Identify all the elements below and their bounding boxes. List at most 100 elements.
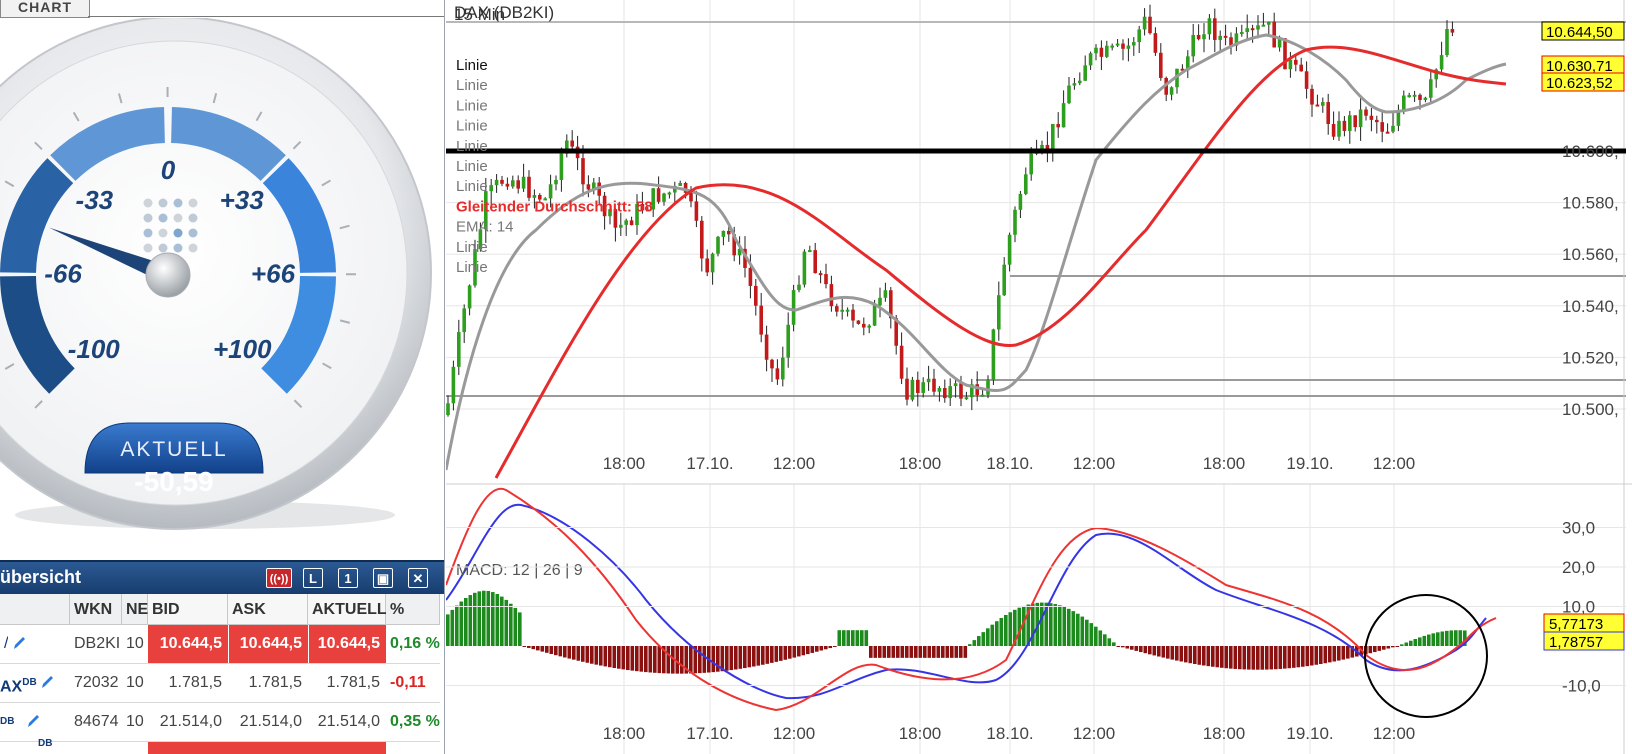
legend-item[interactable]: Linie [456, 97, 488, 114]
candle-body [1256, 25, 1260, 30]
candle-body [710, 253, 715, 273]
candle-body [1142, 16, 1147, 30]
candle-body [521, 176, 526, 189]
candle-body [1094, 47, 1098, 54]
legend-item[interactable]: Linie [456, 118, 488, 135]
col-ne[interactable]: NE [122, 594, 148, 625]
macd-bar [572, 646, 576, 660]
macd-bar [1265, 646, 1269, 670]
macd-bar [630, 646, 635, 671]
layout-l-button[interactable]: L [303, 568, 323, 588]
macd-bar [680, 646, 684, 674]
candle-body [1137, 29, 1141, 43]
candle-body [997, 295, 1001, 330]
close-icon[interactable]: ✕ [408, 568, 428, 588]
macd-bar [887, 646, 891, 658]
macd-bar [927, 646, 932, 658]
table-row[interactable]: / DB2KI 10 10.644,5 10.644,5 10.644,5 0,… [0, 625, 440, 664]
macd-bar [1391, 646, 1395, 648]
macd-bar [959, 646, 963, 658]
macd-bar [1373, 646, 1377, 653]
candle-body [1191, 34, 1195, 57]
layout-1-button[interactable]: 1 [338, 568, 358, 588]
col-wkn[interactable]: WKN [70, 594, 122, 625]
macd-x-tick-label: 12:00 [773, 724, 816, 743]
candle-body [527, 176, 531, 198]
macd-bar [509, 603, 513, 646]
legend-item[interactable]: Linie [456, 239, 488, 256]
macd-bar [1089, 623, 1094, 646]
macd-bar [1247, 646, 1251, 670]
macd-bar [1386, 646, 1391, 649]
x-tick-label: 12:00 [1373, 454, 1416, 473]
table-row[interactable]: DB [0, 738, 440, 754]
aktuell-label: AKTUELL [120, 438, 227, 461]
candle-body [1148, 16, 1152, 34]
macd-bar [990, 624, 995, 646]
macd-bar [1193, 646, 1197, 665]
price-chart[interactable]: DAX (DB2KI) 15 Min LinieLinieLinieLinieL… [446, 0, 1632, 754]
macd-bar [1062, 606, 1067, 646]
legend-item[interactable]: Linie [456, 178, 488, 195]
legend-item[interactable]: Linie [456, 77, 488, 94]
candle-body [716, 236, 720, 254]
candle-body [1159, 52, 1163, 78]
candle-body [845, 309, 850, 312]
candle-body [764, 334, 769, 360]
price-badge-label: 10.623,52 [1546, 75, 1613, 92]
candle-body [824, 274, 828, 285]
macd-bar [1427, 634, 1431, 646]
legend-item[interactable]: Linie [456, 158, 488, 175]
legend-item[interactable]: Linie [456, 57, 488, 74]
table-row[interactable]: AXDB 72032 10 1.781,5 1.781,5 1.781,5 -0… [0, 664, 440, 703]
macd-bar [689, 646, 693, 674]
macd-bar [1454, 630, 1458, 646]
macd-bar [1157, 646, 1161, 657]
legend-item[interactable]: Gleitender Durchschnitt: 58 [456, 198, 653, 215]
macd-bar [1319, 646, 1323, 665]
candle-body [570, 140, 574, 147]
macd-bar [1134, 646, 1139, 651]
macd-bar [950, 646, 954, 658]
macd-bar [1377, 646, 1382, 651]
col-aktuell[interactable]: AKTUELL [308, 594, 387, 625]
price-badge-label: 10.644,50 [1546, 24, 1613, 41]
edit-icon[interactable] [26, 713, 40, 729]
candle-body [662, 193, 666, 202]
candle-body [948, 386, 952, 399]
maximize-icon[interactable]: ▣ [373, 568, 393, 588]
macd-bar [1436, 632, 1440, 646]
live-radio-icon[interactable]: ((•)) [266, 568, 292, 588]
candle-body [872, 305, 877, 326]
macd-bar [522, 646, 527, 647]
row-bid: 21.514,0 [159, 713, 222, 730]
col-bid[interactable]: BID [148, 594, 228, 625]
legend-item[interactable]: EMA: 14 [456, 219, 514, 236]
macd-bar [1170, 646, 1175, 660]
macd-bar [626, 646, 630, 671]
col-pct[interactable]: % [386, 594, 440, 625]
macd-bar [869, 646, 873, 658]
col-ask[interactable]: ASK [228, 594, 308, 625]
macd-bar [1418, 637, 1422, 646]
edit-icon[interactable] [12, 635, 26, 651]
row-ask: 1.781,5 [248, 674, 302, 691]
legend-item[interactable]: Linie [456, 138, 488, 155]
macd-bar [873, 646, 878, 658]
column-headers: WKN NE BID ASK AKTUELL % [0, 594, 440, 625]
macd-bar [482, 590, 486, 646]
macd-bar [1328, 646, 1332, 663]
y-tick-label: 10.560, [1562, 245, 1619, 264]
macd-bar [801, 646, 806, 656]
legend-item[interactable]: Linie [456, 259, 488, 276]
candle-body [1088, 53, 1093, 66]
macd-bar [842, 630, 846, 646]
edit-icon[interactable] [40, 674, 54, 690]
table-row[interactable]: DB 84674 10 21.514,0 21.514,0 21.514,0 0… [0, 703, 440, 742]
candle-body [1412, 94, 1417, 97]
gauge-scale-label: -66 [44, 258, 82, 288]
macd-bar [783, 646, 788, 660]
candle-body [1385, 131, 1390, 134]
tab-chart[interactable]: CHART [0, 0, 90, 18]
macd-bar [999, 617, 1004, 646]
